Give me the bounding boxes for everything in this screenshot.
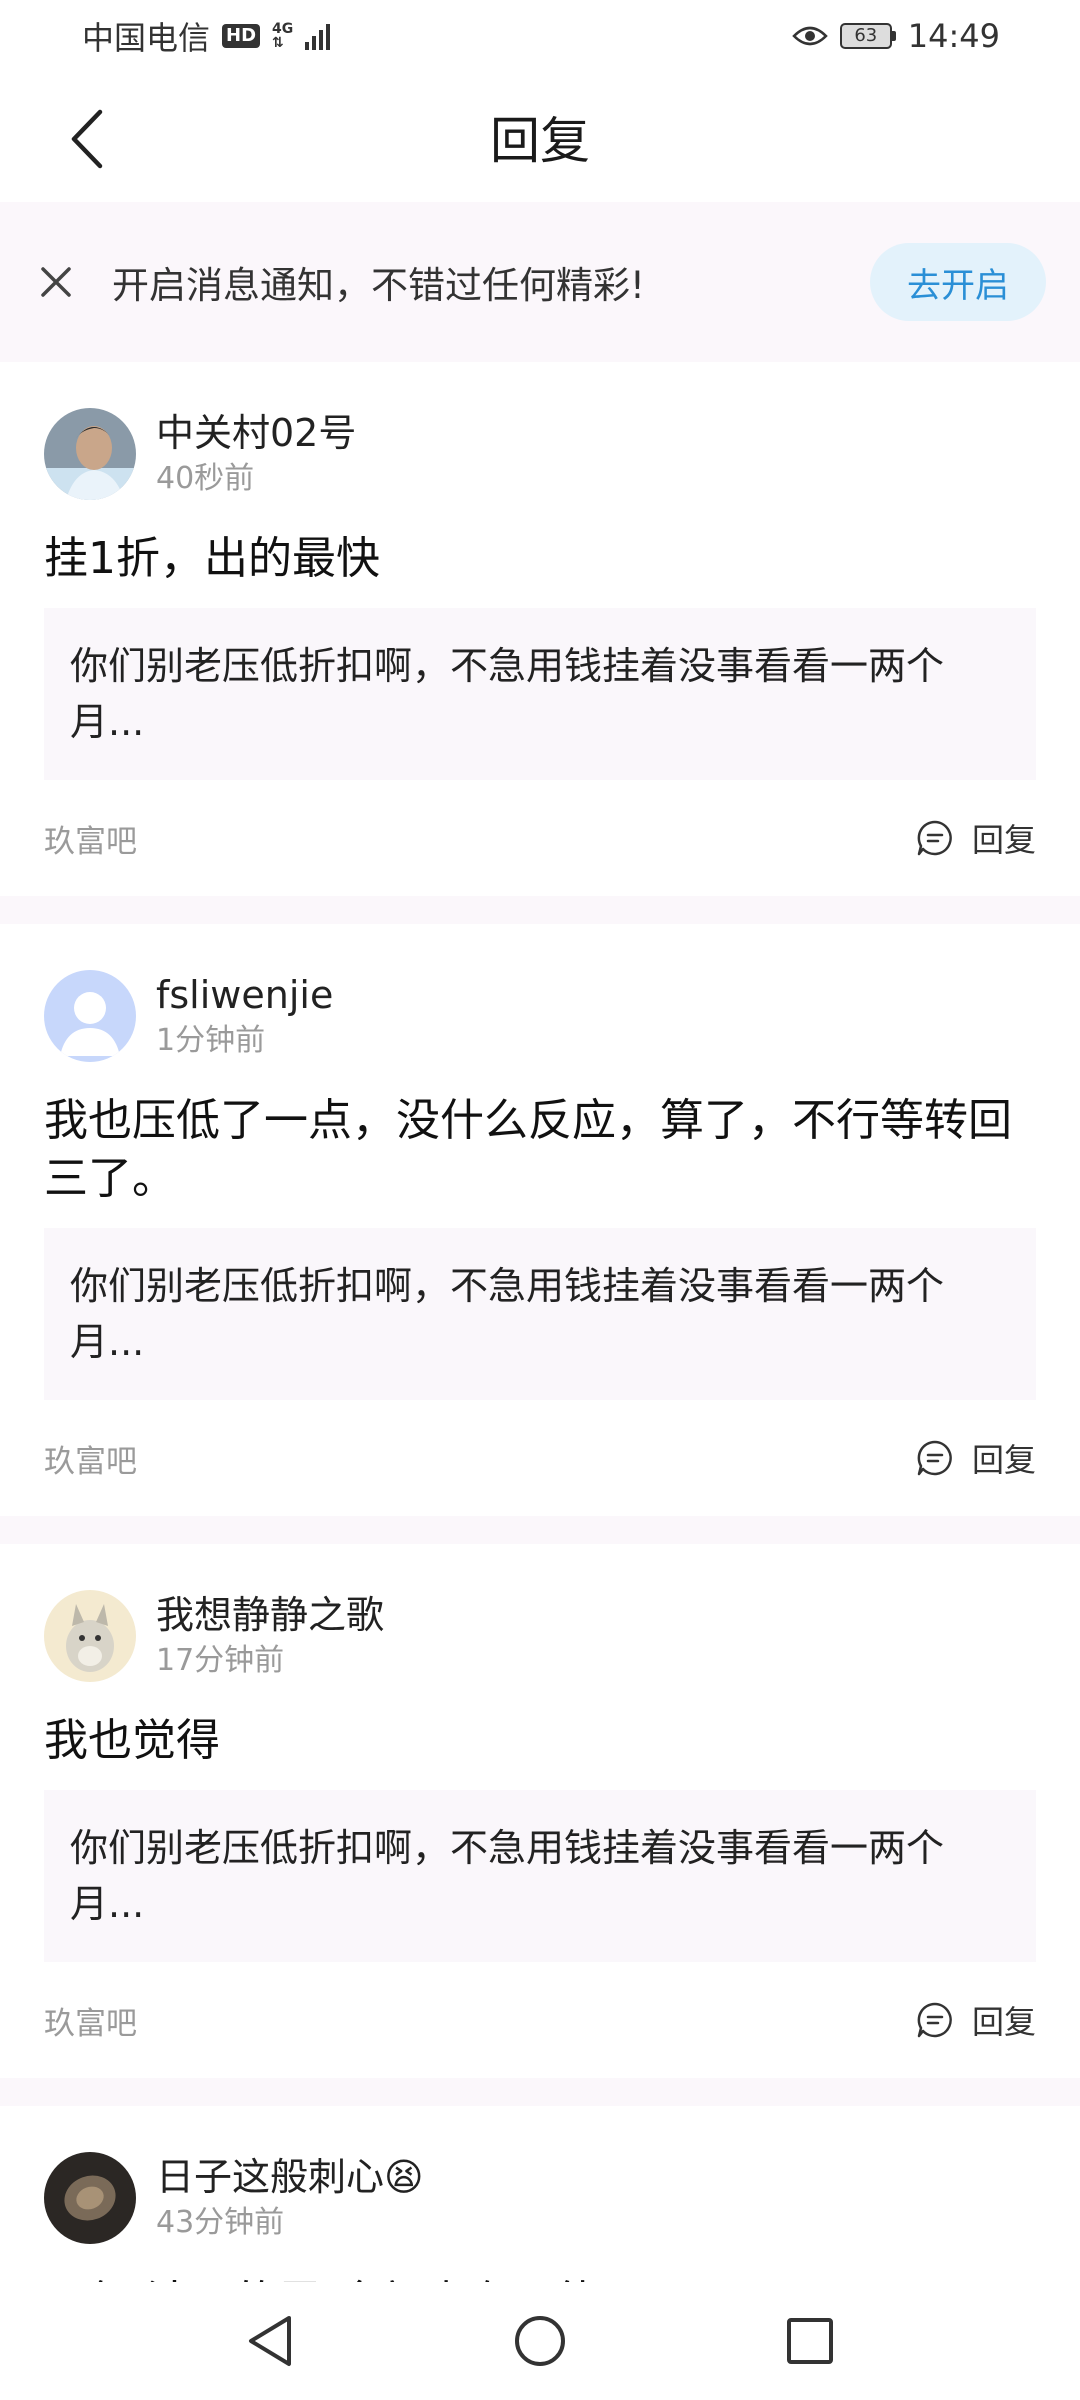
reply-card[interactable]: 中关村02号 40秒前 挂1折，出的最快 你们别老压低折扣啊，不急用钱挂着没事看…	[0, 362, 1080, 896]
avatar[interactable]	[44, 408, 136, 500]
circle-home-icon	[515, 2316, 565, 2366]
carrier-name: 中国电信	[82, 19, 211, 57]
reply-label: 回复	[971, 2003, 1036, 2041]
timestamp: 43分钟前	[156, 2205, 285, 2240]
square-recents-icon	[787, 2318, 833, 2364]
network-label: 4G	[272, 21, 294, 37]
reply-button[interactable]: 回复	[916, 1435, 1036, 1481]
comment-icon	[917, 2002, 952, 2038]
reply-feed: 中关村02号 40秒前 挂1折，出的最快 你们别老压低折扣啊，不急用钱挂着没事看…	[0, 362, 1080, 2282]
nav-home-button[interactable]	[510, 2311, 570, 2371]
reply-text: 挂1折，出的最快	[44, 533, 380, 584]
nav-recents-button[interactable]	[780, 2311, 840, 2371]
divider	[0, 896, 1080, 924]
quoted-post[interactable]: 你们别老压低折扣啊，不急用钱挂着没事看看一两个月...	[44, 1790, 1036, 1962]
quoted-post[interactable]: 你们别老压低折扣啊，不急用钱挂着没事看看一两个月...	[44, 608, 1036, 780]
hd-badge: HD	[222, 24, 261, 48]
close-icon	[41, 267, 71, 297]
signal-icon	[305, 22, 331, 50]
avatar[interactable]	[44, 1590, 136, 1682]
comment-icon	[917, 820, 952, 856]
status-bar: 中国电信 HD 4G ⇅ 63 14:49	[0, 0, 1080, 72]
avatar[interactable]	[44, 2152, 136, 2244]
system-nav-bar	[0, 2282, 1080, 2400]
status-left: 中国电信 HD 4G ⇅	[82, 13, 331, 59]
triangle-back-icon	[249, 2316, 291, 2366]
back-button[interactable]	[56, 104, 116, 174]
reply-card[interactable]: 日子这般刺心😫 43分钟前 回复 涉月的雷:金额少有可能	[0, 2106, 1080, 2282]
eye-icon	[792, 26, 828, 46]
avatar[interactable]	[44, 970, 136, 1062]
battery-icon: 63	[839, 23, 896, 49]
notification-banner: 开启消息通知，不错过任何精彩! 去开启	[0, 202, 1080, 362]
comment-icon	[917, 1440, 952, 1476]
reply-text: 我也觉得	[44, 1715, 220, 1766]
network-arrows-icon: ⇅	[272, 35, 284, 51]
reply-button[interactable]: 回复	[916, 1997, 1036, 2043]
divider	[0, 1516, 1080, 1544]
close-banner-button[interactable]	[36, 262, 76, 302]
reply-card[interactable]: fsliwenjie 1分钟前 我也压低了一点，没什么反应，算了，不行等转回三了…	[0, 924, 1080, 1516]
username[interactable]: 我想静静之歌	[156, 1591, 384, 1639]
battery-level: 63	[839, 23, 892, 49]
status-right: 63 14:49	[792, 17, 1000, 55]
timestamp: 1分钟前	[156, 1023, 266, 1058]
enable-notifications-button[interactable]: 去开启	[870, 243, 1046, 321]
quoted-post[interactable]: 你们别老压低折扣啊，不急用钱挂着没事看看一两个月...	[44, 1228, 1036, 1400]
forum-name[interactable]: 玖富吧	[44, 1998, 137, 2043]
divider	[0, 2078, 1080, 2106]
timestamp: 17分钟前	[156, 1643, 285, 1678]
username[interactable]: 中关村02号	[156, 409, 356, 457]
nav-header: 回复	[0, 72, 1080, 202]
forum-name[interactable]: 玖富吧	[44, 816, 137, 861]
timestamp: 40秒前	[156, 461, 255, 496]
page-title: 回复	[490, 112, 590, 170]
reply-text: 回复 涉月的雷:金额少有可能	[44, 2274, 1036, 2282]
clock: 14:49	[907, 17, 1000, 55]
username[interactable]: fsliwenjie	[156, 971, 333, 1019]
reply-card[interactable]: 我想静静之歌 17分钟前 我也觉得 你们别老压低折扣啊，不急用钱挂着没事看看一两…	[0, 1544, 1080, 2078]
reply-text: 我也压低了一点，没什么反应，算了，不行等转回三了。	[44, 1095, 1012, 1204]
reply-label: 回复	[971, 821, 1036, 859]
reply-button[interactable]: 回复	[916, 815, 1036, 861]
reply-label: 回复	[971, 1441, 1036, 1479]
network-type: 4G ⇅	[272, 22, 293, 50]
nav-back-button[interactable]	[240, 2311, 300, 2371]
username[interactable]: 日子这般刺心😫	[156, 2153, 424, 2201]
chevron-left-icon	[71, 109, 103, 169]
forum-name[interactable]: 玖富吧	[44, 1436, 137, 1481]
notice-text: 开启消息通知，不错过任何精彩!	[112, 264, 645, 307]
